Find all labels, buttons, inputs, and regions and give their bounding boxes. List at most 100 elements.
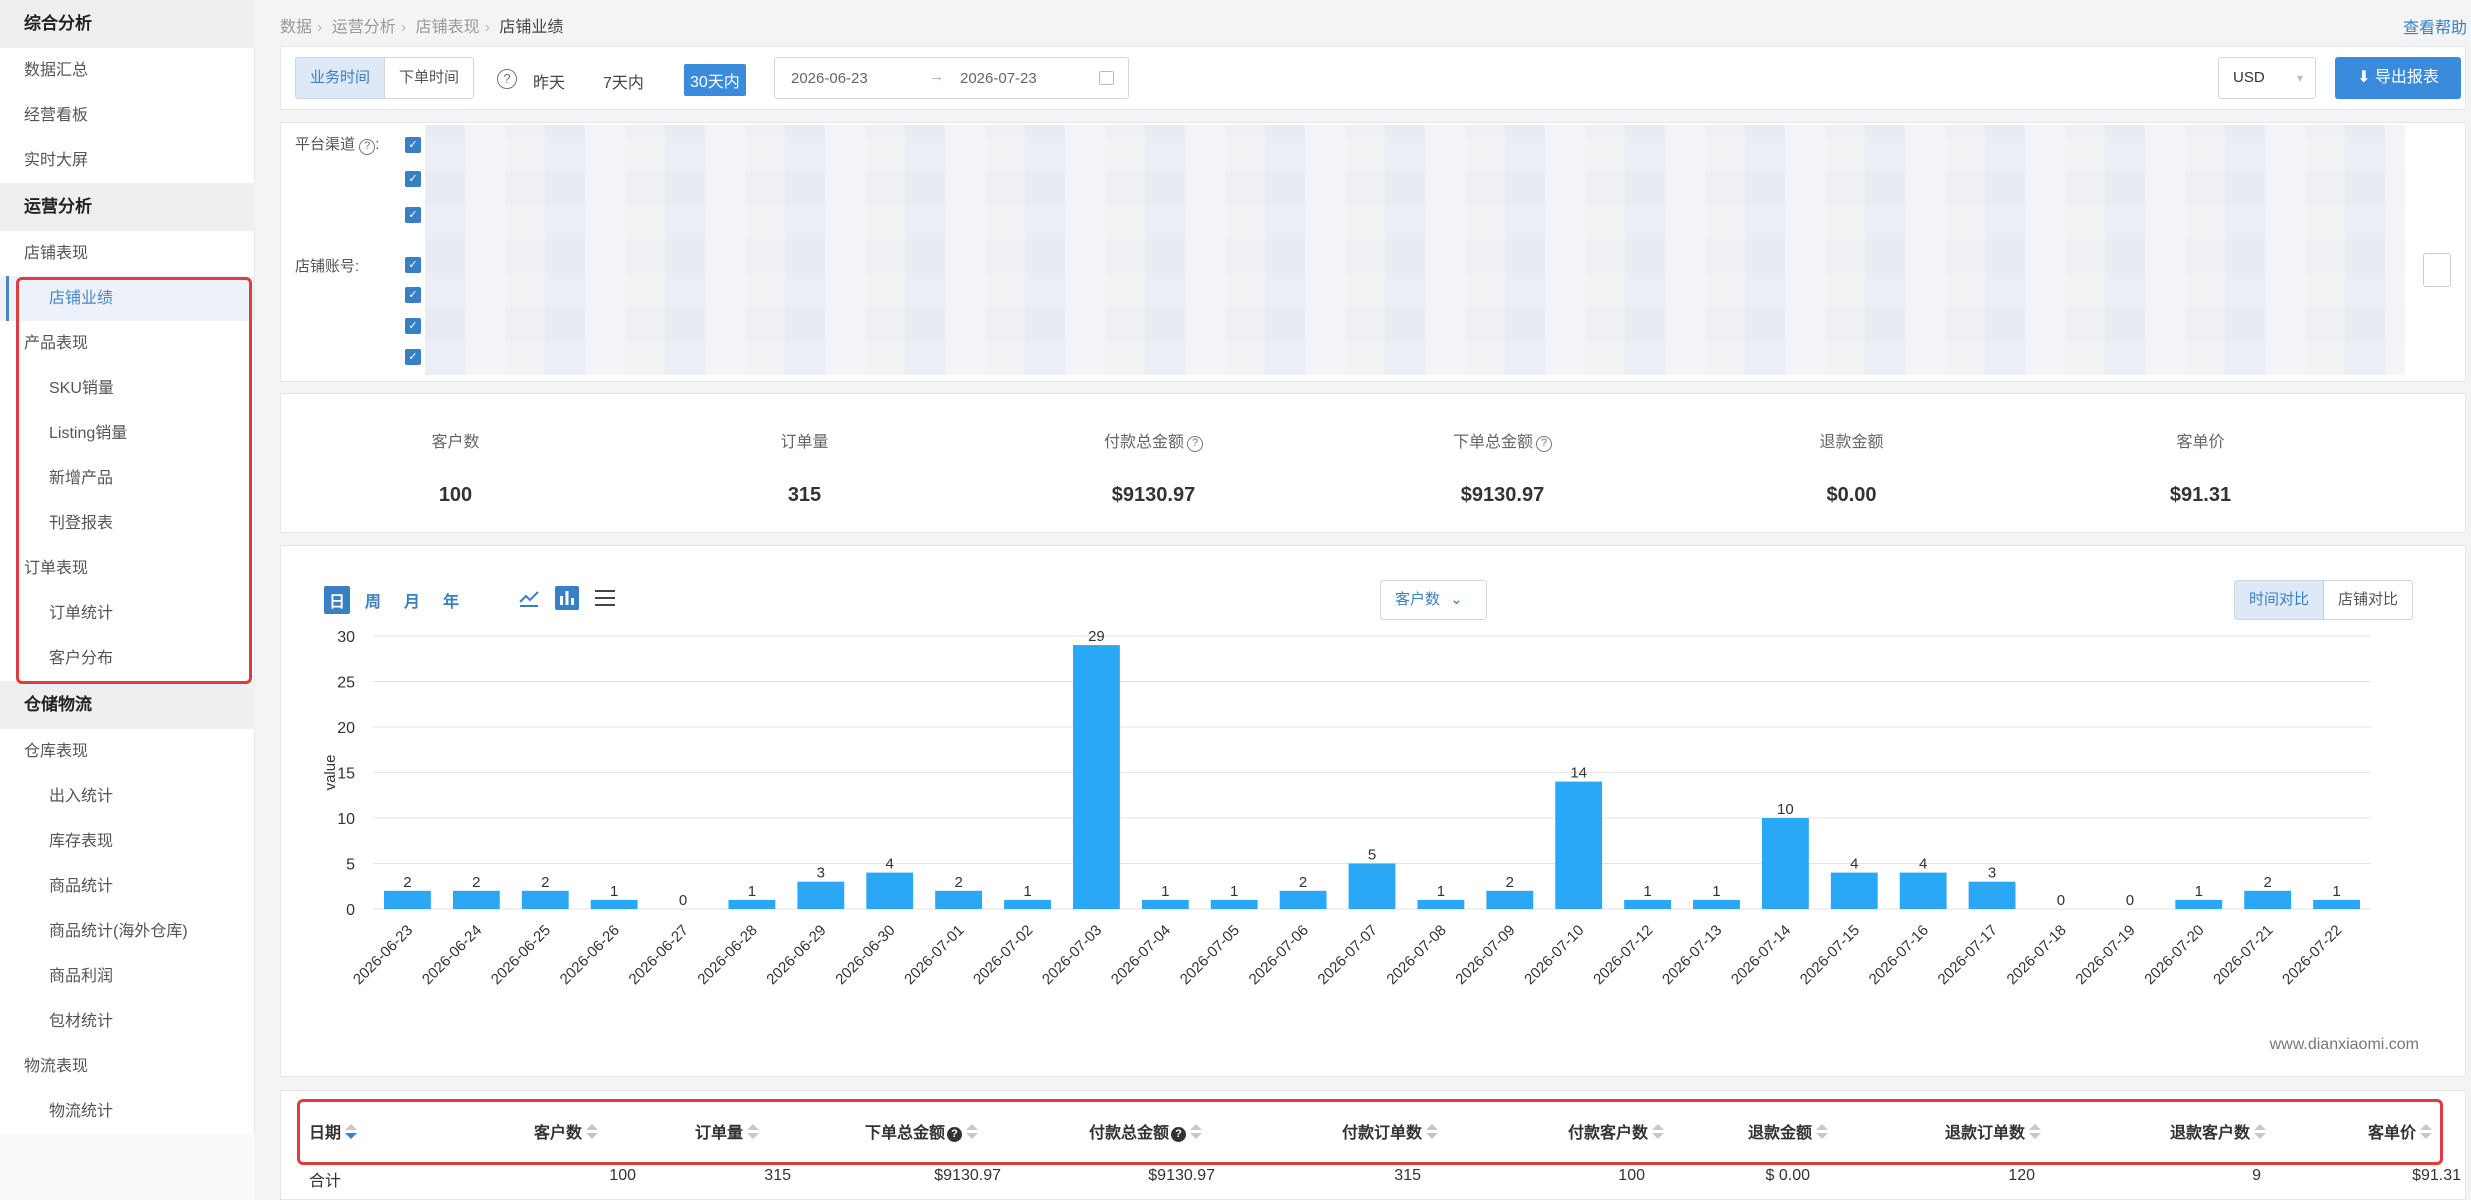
bar[interactable] bbox=[1417, 899, 1465, 909]
sidebar-item-logistics-stats[interactable]: 物流统计 bbox=[0, 1089, 254, 1134]
bar[interactable] bbox=[1555, 781, 1603, 909]
sort-icon[interactable] bbox=[1426, 1124, 1439, 1140]
time-mode-order[interactable]: 下单时间 bbox=[384, 58, 473, 98]
bar[interactable] bbox=[452, 890, 500, 909]
export-report-button[interactable]: ⬇ 导出报表 bbox=[2335, 57, 2461, 99]
bar[interactable] bbox=[728, 899, 776, 909]
breadcrumb-item[interactable]: 店铺表现 bbox=[416, 19, 480, 36]
help-icon[interactable]: ? bbox=[1171, 1127, 1187, 1142]
help-icon[interactable]: ? bbox=[1187, 436, 1203, 452]
sidebar-item-listing-sales[interactable]: Listing销量 bbox=[0, 411, 254, 456]
sidebar-item-new-products[interactable]: 新增产品 bbox=[0, 456, 254, 501]
sidebar-item-logistics-performance[interactable]: 物流表现 bbox=[0, 1044, 254, 1089]
bar[interactable] bbox=[1693, 899, 1740, 909]
bar[interactable] bbox=[521, 890, 569, 909]
bar[interactable] bbox=[1624, 899, 1672, 909]
sidebar-item-product-performance[interactable]: 产品表现 bbox=[0, 321, 254, 366]
date-range-picker[interactable]: 2026-06-23 → 2026-07-23 bbox=[774, 57, 1129, 99]
sidebar-item-inout-stats[interactable]: 出入统计 bbox=[0, 774, 254, 819]
quick-range-yesterday[interactable]: 昨天 bbox=[533, 69, 565, 93]
bar[interactable] bbox=[1486, 890, 1534, 909]
quick-range-30days[interactable]: 30天内 bbox=[684, 64, 746, 96]
breadcrumb-item[interactable]: 运营分析 bbox=[332, 19, 396, 36]
th-label: 付款客户数 bbox=[1568, 1125, 1649, 1142]
bar[interactable] bbox=[1968, 881, 2016, 909]
sidebar-item-store-performance[interactable]: 店铺表现 bbox=[0, 231, 254, 276]
th-date[interactable]: 日期 bbox=[309, 1119, 358, 1143]
th-refund-amount[interactable]: 退款金额 bbox=[1748, 1119, 1829, 1143]
bar[interactable] bbox=[384, 890, 431, 909]
currency-select[interactable]: USD ▾ bbox=[2218, 57, 2316, 99]
store-checkbox[interactable]: ✓ bbox=[405, 318, 421, 334]
sidebar-item-order-stats[interactable]: 订单统计 bbox=[0, 591, 254, 636]
th-paid-orders[interactable]: 付款订单数 bbox=[1342, 1119, 1439, 1143]
bar[interactable] bbox=[2244, 890, 2292, 909]
bar[interactable] bbox=[1004, 899, 1051, 909]
bar[interactable] bbox=[1141, 899, 1189, 909]
sort-icon[interactable] bbox=[345, 1124, 358, 1140]
sidebar-item-realtime-screen[interactable]: 实时大屏 bbox=[0, 138, 254, 183]
th-customers[interactable]: 客户数 bbox=[534, 1119, 599, 1143]
bar[interactable] bbox=[590, 899, 638, 909]
sidebar-item-sku-sales[interactable]: SKU销量 bbox=[0, 366, 254, 411]
th-refund-customers[interactable]: 退款客户数 bbox=[2170, 1119, 2267, 1143]
time-mode-business[interactable]: 业务时间 bbox=[296, 58, 385, 98]
sort-icon[interactable] bbox=[2029, 1124, 2042, 1140]
store-checkbox[interactable]: ✓ bbox=[405, 257, 421, 273]
help-icon[interactable]: ? bbox=[359, 139, 376, 155]
bar[interactable] bbox=[1761, 818, 1809, 909]
bar[interactable] bbox=[2313, 899, 2360, 909]
help-icon[interactable]: ? bbox=[947, 1127, 963, 1142]
sort-icon[interactable] bbox=[1816, 1124, 1829, 1140]
quick-range-7days[interactable]: 7天内 bbox=[603, 69, 644, 93]
help-link[interactable]: 查看帮助 bbox=[2403, 14, 2467, 38]
sidebar-item-listing-report[interactable]: 刊登报表 bbox=[0, 501, 254, 546]
sidebar-item-goods-stats[interactable]: 商品统计 bbox=[0, 864, 254, 909]
sidebar-item-inventory[interactable]: 库存表现 bbox=[0, 819, 254, 864]
platform-checkbox[interactable]: ✓ bbox=[405, 137, 421, 153]
bar[interactable] bbox=[1830, 872, 1878, 909]
bar[interactable] bbox=[1348, 863, 1396, 910]
th-paid-total[interactable]: 付款总金额? bbox=[1089, 1119, 1203, 1143]
sidebar-item-customer-distribution[interactable]: 客户分布 bbox=[0, 636, 254, 681]
platform-checkbox[interactable]: ✓ bbox=[405, 207, 421, 223]
sidebar-item-goods-profit[interactable]: 商品利润 bbox=[0, 954, 254, 999]
th-orders[interactable]: 订单量 bbox=[695, 1119, 760, 1143]
bar[interactable] bbox=[1072, 645, 1120, 909]
platform-checkbox[interactable]: ✓ bbox=[405, 171, 421, 187]
date-end[interactable]: 2026-07-23 bbox=[960, 70, 1037, 87]
sort-icon[interactable] bbox=[1652, 1124, 1665, 1140]
bar[interactable] bbox=[1899, 872, 1947, 909]
sidebar-item-warehouse-performance[interactable]: 仓库表现 bbox=[0, 729, 254, 774]
sidebar-item-goods-stats-overseas[interactable]: 商品统计(海外仓库) bbox=[0, 909, 254, 954]
breadcrumb-item[interactable]: 数据 bbox=[280, 19, 312, 36]
sort-icon[interactable] bbox=[747, 1124, 760, 1140]
sort-icon[interactable] bbox=[586, 1124, 599, 1140]
store-checkbox[interactable]: ✓ bbox=[405, 349, 421, 365]
date-start[interactable]: 2026-06-23 bbox=[791, 70, 868, 87]
th-avg-order-value[interactable]: 客单价 bbox=[2368, 1119, 2433, 1143]
bar[interactable] bbox=[935, 890, 983, 909]
th-order-total[interactable]: 下单总金额? bbox=[865, 1119, 979, 1143]
bar[interactable] bbox=[2175, 899, 2223, 909]
bar[interactable] bbox=[797, 881, 845, 909]
sort-icon[interactable] bbox=[966, 1124, 979, 1140]
bar[interactable] bbox=[866, 872, 914, 909]
help-icon[interactable]: ? bbox=[1536, 436, 1552, 452]
bar[interactable] bbox=[1210, 899, 1258, 909]
th-paid-customers[interactable]: 付款客户数 bbox=[1568, 1119, 1665, 1143]
sort-icon[interactable] bbox=[1190, 1124, 1203, 1140]
sidebar-item-packaging-stats[interactable]: 包材统计 bbox=[0, 999, 254, 1044]
bar[interactable] bbox=[1279, 890, 1327, 909]
sort-icon[interactable] bbox=[2254, 1124, 2267, 1140]
sidebar-item-order-performance[interactable]: 订单表现 bbox=[0, 546, 254, 591]
sidebar-item-dashboard[interactable]: 经营看板 bbox=[0, 93, 254, 138]
sidebar-item-data-summary[interactable]: 数据汇总 bbox=[0, 48, 254, 93]
store-select-toggle[interactable] bbox=[2423, 253, 2451, 287]
x-tick-label: 2026-07-22 bbox=[2279, 922, 2345, 988]
store-checkbox[interactable]: ✓ bbox=[405, 287, 421, 303]
help-icon[interactable]: ? bbox=[497, 69, 517, 89]
th-refund-orders[interactable]: 退款订单数 bbox=[1945, 1119, 2042, 1143]
sidebar-item-store-sales[interactable]: 店铺业绩 bbox=[0, 276, 254, 321]
sort-icon[interactable] bbox=[2420, 1124, 2433, 1140]
